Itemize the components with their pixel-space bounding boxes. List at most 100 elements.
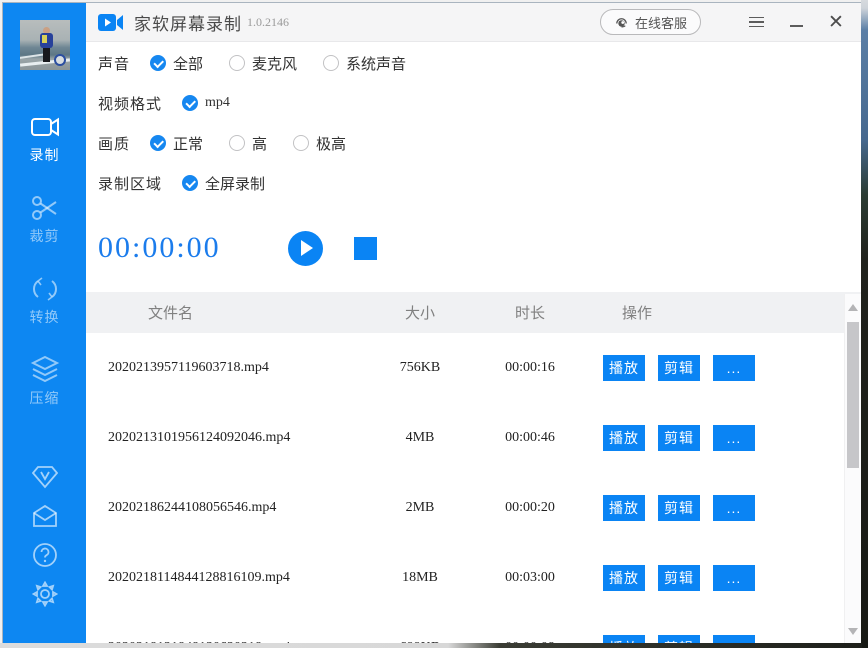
play-button[interactable]: 播放 [603,425,645,451]
edit-button[interactable]: 剪辑 [658,355,700,381]
radio-label: 麦克风 [252,53,297,74]
desktop: 家软屏幕录制 1.0.2146 在线客服 ✕ [0,0,868,648]
scroll-up-icon[interactable] [848,304,858,311]
play-button[interactable]: 播放 [603,565,645,591]
radio-sound-mic[interactable]: 麦克风 [229,53,297,74]
more-button[interactable]: ... [713,635,755,643]
close-icon: ✕ [828,13,844,32]
more-button[interactable]: ... [713,565,755,591]
radio-sound-system[interactable]: 系统声音 [323,53,406,74]
stop-record-button[interactable] [354,237,377,260]
vertical-scrollbar[interactable] [844,294,861,643]
recordings-table: 文件名 大小 时长 操作 2020213957119603718.mp4 756… [86,292,861,643]
radio-format-mp4[interactable]: mp4 [182,95,230,111]
sidebar: 录制 裁剪 转换 [3,3,86,643]
sidebar-item-label: 压缩 [30,388,60,408]
file-size: 756KB [360,360,480,376]
vip-button[interactable] [30,462,60,492]
play-button[interactable]: 播放 [603,495,645,521]
radio-icon [323,55,339,71]
sidebar-item-label: 裁剪 [30,226,60,246]
radio-label: mp4 [205,95,230,111]
radio-selected-icon [150,55,166,71]
sidebar-item-label: 转换 [30,307,60,327]
file-duration: 00:00:16 [480,360,580,376]
edit-button[interactable]: 剪辑 [658,635,700,643]
app-logo-video-icon [98,13,124,32]
more-button[interactable]: ... [713,355,755,381]
hamburger-icon [749,17,764,28]
online-support-button[interactable]: 在线客服 [600,9,701,35]
option-label: 录制区域 [98,173,162,194]
desktop-edge-bottom [0,643,862,648]
table-row: 2020213101956124092046.mp4 4MB 00:00:46 … [86,403,861,473]
main-panel: 声音 全部 麦克风 系统声音 [86,43,861,643]
layers-icon [29,355,61,385]
sidebar-item-record[interactable]: 录制 [3,106,86,171]
table-row: 2020218114844128816109.mp4 18MB 00:03:00… [86,543,861,613]
file-name: 2020213101956124092046.mp4 [86,430,360,446]
more-button[interactable]: ... [713,425,755,451]
radio-area-fullscreen[interactable]: 全屏录制 [182,173,265,194]
close-button[interactable]: ✕ [825,11,847,33]
table-header: 文件名 大小 时长 操作 [86,292,861,333]
scroll-down-icon[interactable] [848,628,858,635]
option-label: 视频格式 [98,93,162,114]
edit-button[interactable]: 剪辑 [658,425,700,451]
menu-button[interactable] [745,11,767,33]
scissors-icon [29,193,61,223]
play-button[interactable]: 播放 [603,355,645,381]
edit-button[interactable]: 剪辑 [658,495,700,521]
user-avatar[interactable] [20,20,70,70]
scrollbar-thumb[interactable] [847,322,859,468]
table-row: 2020213957119603718.mp4 756KB 00:00:16 播… [86,333,861,403]
file-name: 2020213957119603718.mp4 [86,360,360,376]
help-button[interactable] [30,540,60,570]
sidebar-item-compress[interactable]: 压缩 [3,349,86,414]
sidebar-item-convert[interactable]: 转换 [3,268,86,333]
radio-selected-icon [182,95,198,111]
radio-label: 极高 [316,133,346,154]
file-name: 20202186244108056546.mp4 [86,500,360,516]
option-row-sound: 声音 全部 麦克风 系统声音 [98,43,861,83]
settings-gear-icon [32,581,58,607]
start-record-button[interactable] [288,231,323,266]
minimize-button[interactable] [785,11,807,33]
radio-icon [229,135,245,151]
radio-label: 高 [252,133,267,154]
option-label: 画质 [98,133,130,154]
vip-diamond-icon [32,464,58,490]
convert-arrows-icon [29,274,61,304]
radio-sound-all[interactable]: 全部 [150,53,203,74]
app-title: 家软屏幕录制 [134,10,242,35]
minimize-icon [790,25,803,27]
sidebar-item-crop[interactable]: 裁剪 [3,187,86,252]
column-header-filename: 文件名 [86,302,360,323]
radio-icon [293,135,309,151]
file-duration: 00:03:00 [480,570,580,586]
radio-quality-normal[interactable]: 正常 [150,133,203,154]
more-button[interactable]: ... [713,495,755,521]
recorder-controls: 00:00:00 [98,225,861,271]
option-row-format: 视频格式 mp4 [98,83,861,123]
mail-icon [32,503,58,529]
radio-quality-ultra[interactable]: 极高 [293,133,346,154]
file-duration: 00:00:20 [480,500,580,516]
timer-display: 00:00:00 [98,231,288,265]
play-button[interactable]: 播放 [603,635,645,643]
option-row-area: 录制区域 全屏录制 [98,163,861,203]
table-row: 20202186244108056546.mp4 2MB 00:00:20 播放… [86,473,861,543]
radio-quality-high[interactable]: 高 [229,133,267,154]
file-size: 18MB [360,570,480,586]
edit-button[interactable]: 剪辑 [658,565,700,591]
sidebar-item-label: 录制 [30,145,60,165]
settings-button[interactable] [30,579,60,609]
option-label: 声音 [98,53,130,74]
radio-label: 系统声音 [346,53,406,74]
column-header-size: 大小 [360,302,480,323]
app-version: 1.0.2146 [247,15,289,30]
headset-icon [614,15,629,30]
radio-label: 全部 [173,53,203,74]
feedback-button[interactable] [30,501,60,531]
radio-selected-icon [182,175,198,191]
